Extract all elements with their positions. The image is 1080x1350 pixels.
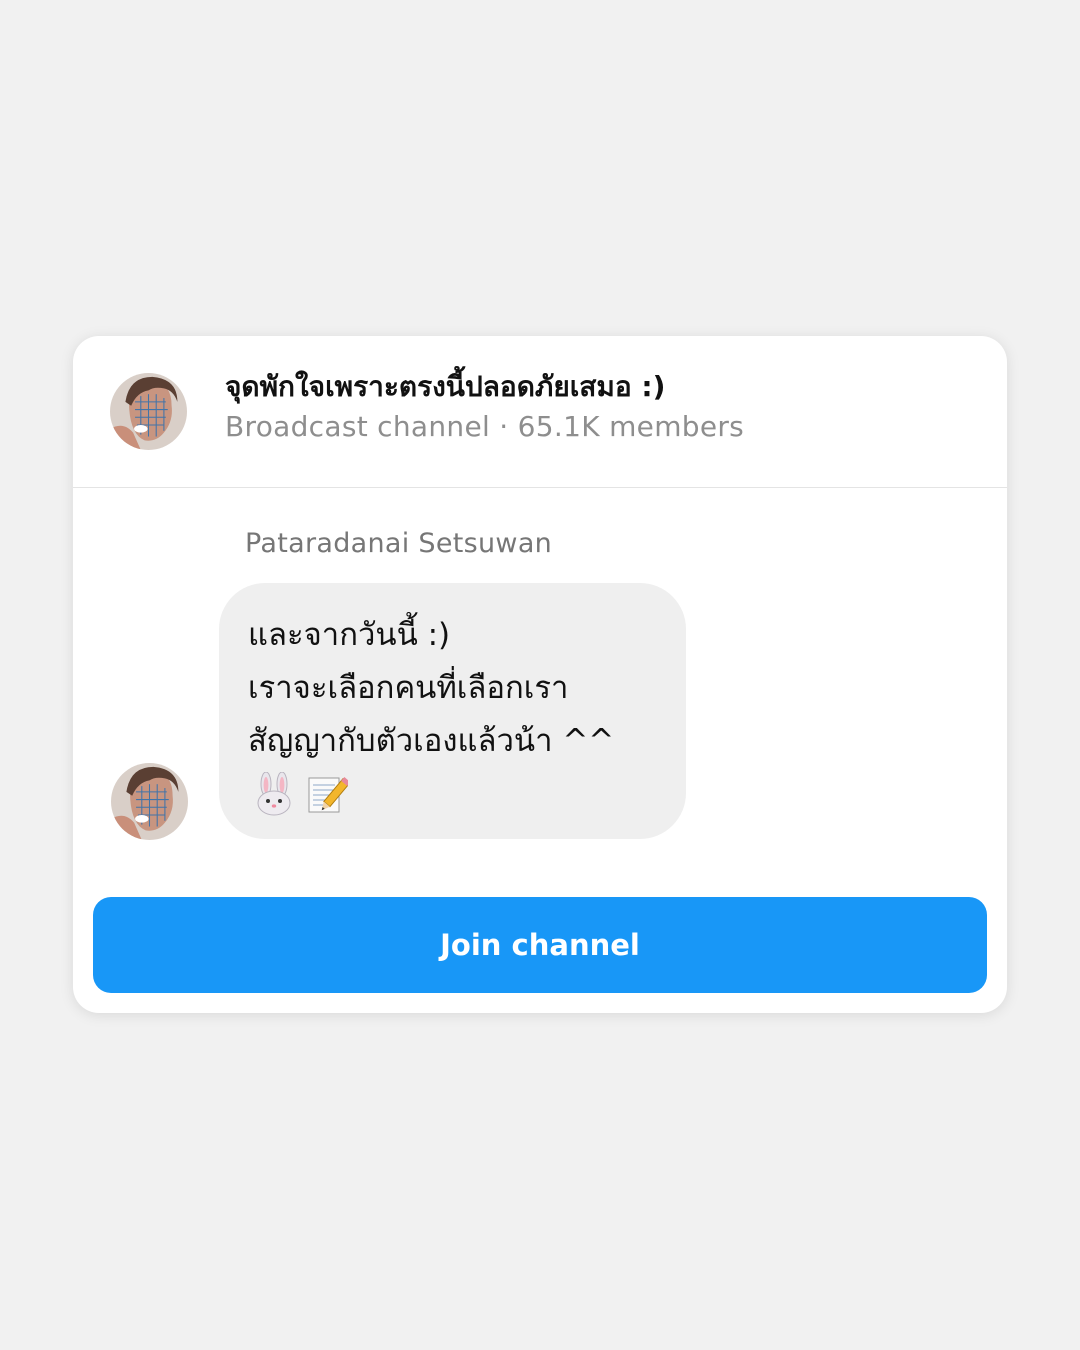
channel-avatar[interactable] <box>110 373 187 450</box>
message-sender-name: Pataradanai Setsuwan <box>245 528 553 559</box>
message-emoji-row <box>254 772 666 816</box>
channel-preview-card: จุดพักใจเพราะตรงนี้ปลอดภัยเสมอ :) Broadc… <box>73 336 1007 1013</box>
profile-photo-icon <box>111 763 188 840</box>
message-line: สัญญากับตัวเองแล้วน้า ^^ <box>248 723 615 759</box>
message-bubble[interactable]: และจากวันนี้ :) เราจะเลือกคนที่เลือกเรา … <box>219 583 686 839</box>
message-line: และจากวันนี้ :) <box>248 617 451 653</box>
header-divider <box>73 487 1007 488</box>
sender-avatar[interactable] <box>111 763 188 840</box>
message-line: เราจะเลือกคนที่เลือกเรา <box>248 670 569 706</box>
channel-meta: Broadcast channel · 65.1K members <box>225 410 745 443</box>
join-channel-button[interactable]: Join channel <box>93 897 987 993</box>
profile-photo-icon <box>110 373 187 450</box>
channel-title: จุดพักใจเพราะตรงนี้ปลอดภัยเสมอ :) <box>225 370 666 403</box>
memo-icon <box>308 777 348 813</box>
rabbit-face-icon <box>257 772 291 816</box>
